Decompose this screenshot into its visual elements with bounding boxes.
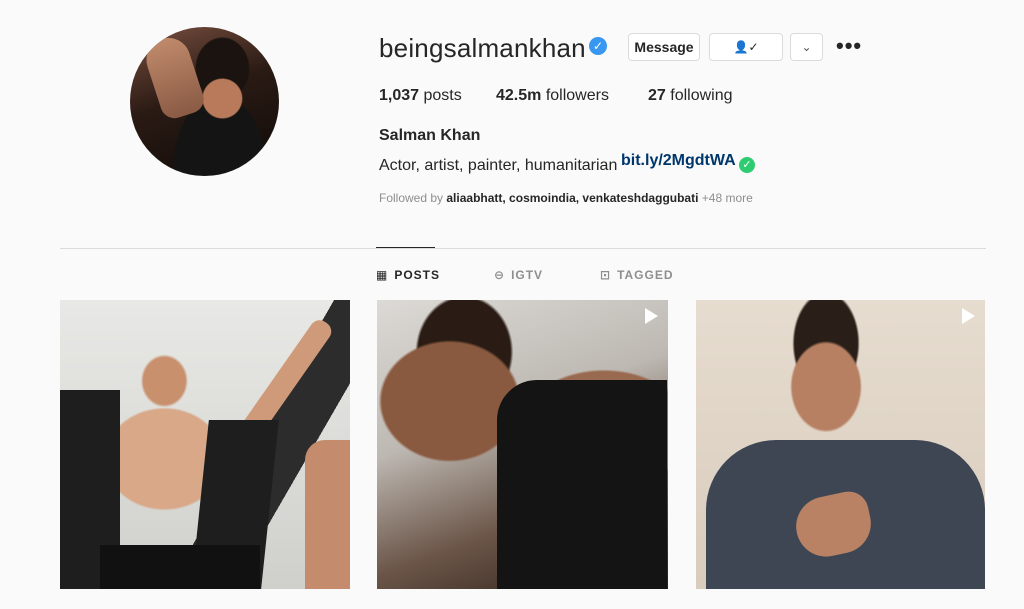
post-thumbnail[interactable] xyxy=(377,300,668,589)
followed-by[interactable]: Followed by aliaabhatt, cosmoindia, venk… xyxy=(379,191,753,205)
post-photo-detail xyxy=(100,545,260,589)
igtv-icon: ⊖ xyxy=(494,268,506,282)
video-play-icon xyxy=(645,308,658,324)
followers-count: 42.5m xyxy=(496,87,542,104)
profile-username: beingsalmankhan xyxy=(379,33,586,63)
profile-link[interactable]: bit.ly/2MgdtWA xyxy=(621,152,736,170)
message-button[interactable]: Message xyxy=(628,33,700,61)
following-count: 27 xyxy=(648,87,666,104)
more-options-icon[interactable]: ••• xyxy=(836,35,862,57)
active-tab-indicator xyxy=(376,247,435,248)
tabs-divider xyxy=(60,248,986,249)
profile-bio: Actor, artist, painter, humanitarian xyxy=(379,157,618,174)
profile-avatar[interactable] xyxy=(130,27,279,176)
followers-label: followers xyxy=(541,87,609,104)
tagged-icon: ⊡ xyxy=(600,268,612,282)
stat-following[interactable]: 27 following xyxy=(648,87,733,105)
grid-icon: ▦ xyxy=(376,268,389,282)
followed-by-prefix: Followed by xyxy=(379,191,447,205)
followed-by-more: +48 more xyxy=(698,191,753,205)
post-thumbnail[interactable] xyxy=(696,300,985,589)
posts-count: 1,037 xyxy=(379,87,420,104)
stat-posts: 1,037 posts xyxy=(379,87,462,105)
tab-posts[interactable]: ▦ POSTS xyxy=(376,268,440,282)
posts-label: posts xyxy=(419,87,462,104)
tab-tagged[interactable]: ⊡ TAGGED xyxy=(600,268,674,282)
followed-by-names: aliaabhatt, cosmoindia, venkateshdagguba… xyxy=(446,191,699,205)
verified-badge-icon: ✓ xyxy=(589,37,607,55)
tab-igtv[interactable]: ⊖ IGTV xyxy=(494,268,543,282)
person-check-icon: 👤✓ xyxy=(733,40,759,54)
chevron-down-icon: ⌄ xyxy=(801,40,812,54)
tab-posts-label: POSTS xyxy=(394,268,441,282)
check-icon: ✓ xyxy=(739,157,755,173)
post-photo-detail xyxy=(305,440,350,589)
stat-followers[interactable]: 42.5m followers xyxy=(496,87,609,105)
following-button[interactable]: 👤✓ xyxy=(709,33,783,61)
tab-igtv-label: IGTV xyxy=(511,268,544,282)
avatar-photo-hand xyxy=(140,32,208,122)
following-label: following xyxy=(665,87,733,104)
post-photo-detail xyxy=(497,380,667,589)
video-play-icon xyxy=(962,308,975,324)
post-thumbnail[interactable] xyxy=(60,300,350,589)
tab-tagged-label: TAGGED xyxy=(617,268,674,282)
suggested-dropdown-button[interactable]: ⌄ xyxy=(790,33,823,61)
profile-full-name: Salman Khan xyxy=(379,127,481,144)
